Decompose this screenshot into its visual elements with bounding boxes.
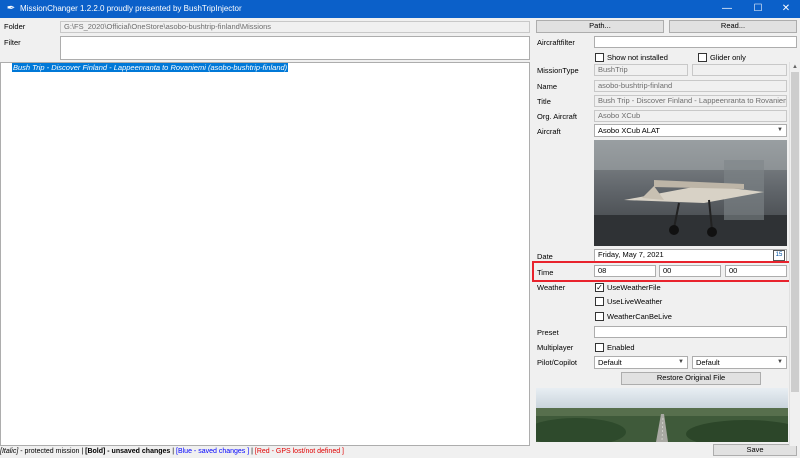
name-field: asobo-bushtrip-finland xyxy=(594,80,787,92)
show-not-installed-checkbox[interactable] xyxy=(595,53,604,62)
path-button[interactable]: Path... xyxy=(536,20,664,33)
multiplayer-label: Multiplayer xyxy=(537,343,574,352)
mission-preview-image xyxy=(536,388,788,442)
legend-italic-desc: - protected mission xyxy=(18,448,80,455)
maximize-icon[interactable]: ☐ xyxy=(744,0,772,18)
date-value: Friday, May 7, 2021 xyxy=(598,250,664,259)
title-field: Bush Trip - Discover Finland - Lappeenra… xyxy=(594,95,787,107)
window-title: MissionChanger 1.2.2.0 proudly presented… xyxy=(20,4,242,13)
preset-label: Preset xyxy=(537,328,559,337)
scroll-up-icon[interactable]: ▲ xyxy=(792,64,798,70)
minimize-icon[interactable]: — xyxy=(713,0,741,18)
copilot-dropdown-value: Default xyxy=(696,358,720,367)
mission-list[interactable] xyxy=(0,62,530,446)
org-aircraft-label: Org. Aircraft xyxy=(537,112,578,121)
scroll-thumb[interactable] xyxy=(791,72,799,392)
pilot-copilot-label: Pilot/Copilot xyxy=(537,358,578,367)
multiplayer-enabled-label: Enabled xyxy=(607,343,635,352)
title-bar: ✒ MissionChanger 1.2.2.0 proudly present… xyxy=(0,0,800,18)
weather-can-be-live-label: WeatherCanBeLive xyxy=(607,312,672,321)
use-live-weather-label: UseLiveWeather xyxy=(607,297,663,306)
aircraft-label: Aircraft xyxy=(537,127,561,136)
legend-blue: [Blue - saved changes ] xyxy=(176,448,250,455)
multiplayer-enabled-checkbox[interactable] xyxy=(595,343,604,352)
org-aircraft-field: Asobo XCub xyxy=(594,110,787,122)
use-weather-file-checkbox[interactable]: ✓ xyxy=(595,283,604,292)
chevron-down-icon: ▼ xyxy=(678,359,684,365)
legend-red: [Red - GPS lost/not defined ] xyxy=(254,448,344,455)
filter-label: Filter xyxy=(4,38,21,47)
legend-bold: [Bold] xyxy=(85,448,106,455)
legend-italic: [Italic] xyxy=(0,448,19,455)
time-highlight-box xyxy=(532,261,791,282)
weather-label: Weather xyxy=(537,283,566,292)
close-icon[interactable]: ✕ xyxy=(772,0,800,18)
preset-input[interactable] xyxy=(594,326,787,338)
copilot-dropdown[interactable]: Default ▼ xyxy=(692,356,787,369)
missiontype-field-2 xyxy=(692,64,787,76)
filter-input[interactable] xyxy=(60,36,530,60)
aircraftfilter-label: Aircraftfilter xyxy=(537,38,575,47)
folder-label: Folder xyxy=(4,22,26,31)
aircraft-dropdown[interactable]: Asobo XCub ALAT ▼ xyxy=(594,124,787,137)
read-button[interactable]: Read... xyxy=(669,20,797,33)
missiontype-label: MissionType xyxy=(537,66,579,75)
restore-original-file-button[interactable]: Restore Original File xyxy=(621,372,761,385)
title-label: Title xyxy=(537,97,551,106)
app-icon: ✒ xyxy=(6,3,16,14)
aircraft-preview-image xyxy=(594,140,787,246)
missiontype-field: BushTrip xyxy=(594,64,688,76)
aircraftfilter-input[interactable] xyxy=(594,36,797,48)
mission-list-item[interactable]: Bush Trip - Discover Finland - Lappeenra… xyxy=(12,63,289,72)
show-not-installed-label: Show not installed xyxy=(607,53,668,62)
use-live-weather-checkbox[interactable] xyxy=(595,297,604,306)
calendar-icon[interactable]: 15 xyxy=(773,250,785,261)
pilot-dropdown[interactable]: Default ▼ xyxy=(594,356,688,369)
status-bar: [Italic] - protected mission | [Bold] - … xyxy=(0,446,540,458)
aircraft-dropdown-value: Asobo XCub ALAT xyxy=(598,126,660,135)
pilot-dropdown-value: Default xyxy=(598,358,622,367)
glider-only-label: Glider only xyxy=(710,53,746,62)
right-panel-scrollbar[interactable]: ▲ xyxy=(789,62,800,446)
name-label: Name xyxy=(537,82,558,91)
weather-can-be-live-checkbox[interactable] xyxy=(595,312,604,321)
glider-only-checkbox[interactable] xyxy=(698,53,707,62)
chevron-down-icon: ▼ xyxy=(777,127,783,133)
use-weather-file-label: UseWeatherFile xyxy=(607,283,661,292)
folder-field[interactable]: G:\FS_2020\Official\OneStore\asobo-busht… xyxy=(60,21,530,33)
save-button[interactable]: Save xyxy=(713,444,797,456)
chevron-down-icon: ▼ xyxy=(777,359,783,365)
legend-bold-desc: - unsaved changes xyxy=(105,448,171,455)
